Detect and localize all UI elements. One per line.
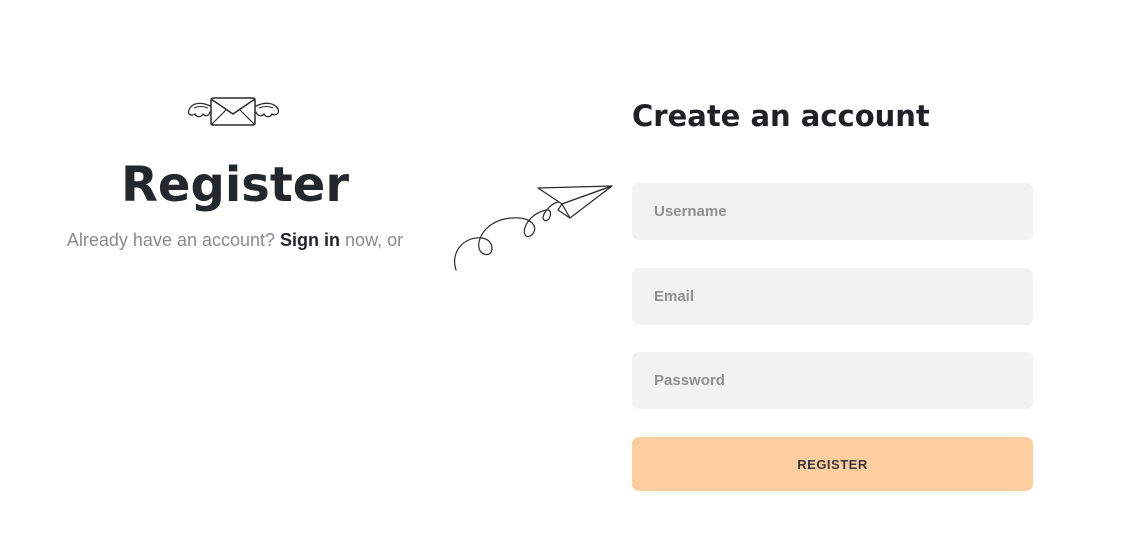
winged-envelope-icon (187, 97, 280, 126)
signin-prompt: Already have an account? Sign in now, or (0, 226, 470, 254)
password-field[interactable] (632, 352, 1033, 409)
username-field[interactable] (632, 183, 1033, 240)
form-title: Create an account (632, 99, 930, 133)
signin-prompt-suffix: now, or (340, 230, 404, 250)
email-field[interactable] (632, 268, 1033, 325)
page-title: Register (120, 157, 350, 213)
signin-link[interactable]: Sign in (280, 230, 340, 250)
paper-plane-icon (454, 185, 613, 271)
signin-prompt-prefix: Already have an account? (66, 230, 281, 250)
register-button[interactable]: REGISTER (632, 437, 1033, 491)
register-intro-panel: Register Already have an account? Sign i… (0, 0, 470, 555)
